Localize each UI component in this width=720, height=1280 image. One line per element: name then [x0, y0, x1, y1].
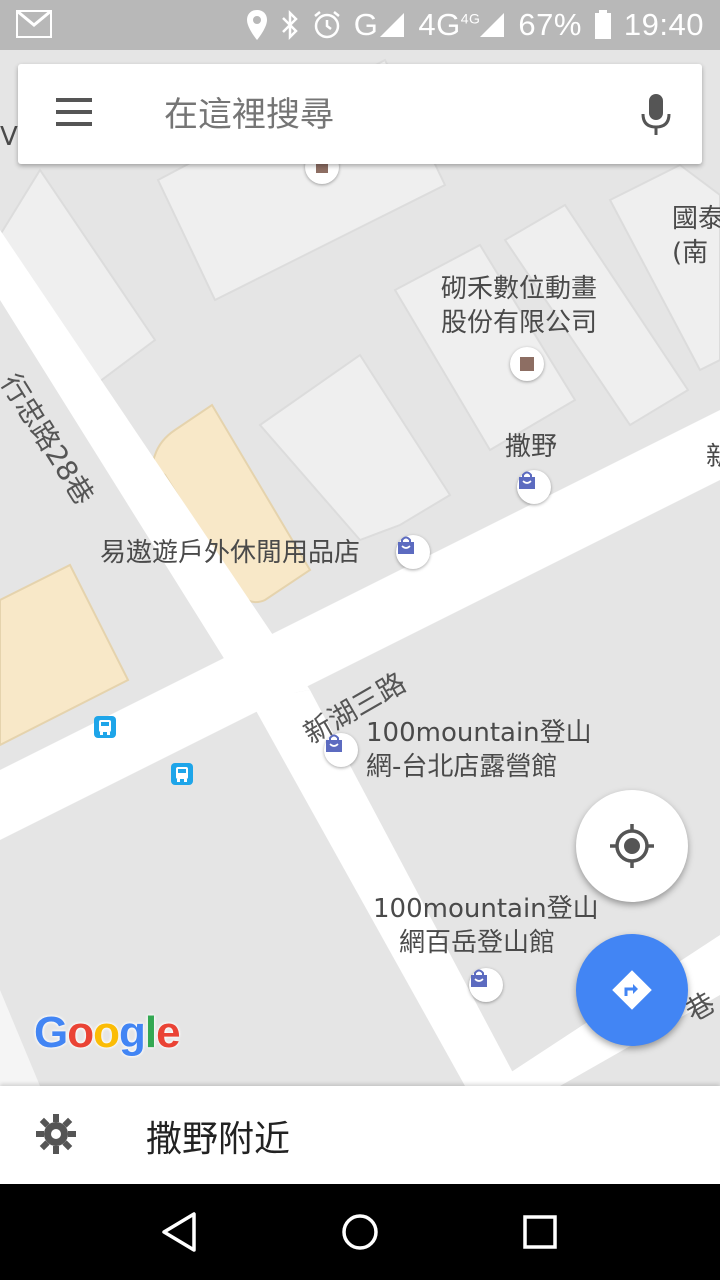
bus-icon: [176, 767, 188, 782]
shopping-bag-icon: [326, 734, 342, 752]
network-type: G: [353, 7, 379, 42]
poi-mountain1[interactable]: 100mountain登山 網-台北店露營館: [366, 716, 592, 784]
menu-icon[interactable]: [56, 98, 92, 126]
bus-stop-icon[interactable]: [94, 716, 116, 738]
home-circle-icon[interactable]: [328, 1200, 392, 1264]
directions-icon: [612, 970, 652, 1010]
my-location-icon: [610, 824, 654, 868]
bluetooth-icon: [281, 9, 298, 41]
bus-icon: [99, 720, 111, 735]
poi-marker-mountain1[interactable]: [324, 733, 358, 767]
mail-icon: [16, 10, 52, 38]
poi-cathay[interactable]: 國泰 (南: [672, 202, 720, 270]
poi-chaoli[interactable]: 砌禾數位動畫 股份有限公司: [441, 272, 597, 340]
search-input[interactable]: [162, 86, 606, 144]
network-4g-label: 4G: [418, 7, 461, 42]
mic-icon[interactable]: [638, 92, 674, 138]
google-logo-letter: e: [156, 1008, 181, 1057]
poi-marker-chaoli[interactable]: [510, 347, 544, 381]
poi-saye[interactable]: 撒野: [505, 430, 557, 464]
poi-cathay-line2: (南: [672, 238, 709, 268]
poi-partial-left: V: [0, 122, 18, 152]
google-logo-letter: o: [93, 1008, 120, 1057]
clock: 19:40: [623, 7, 704, 42]
poi-chaoli-line2: 股份有限公司: [441, 308, 598, 338]
battery-percent: 67%: [518, 7, 582, 42]
google-logo-letter: G: [34, 1008, 68, 1057]
store-square-icon: [520, 357, 534, 371]
poi-marker-mountain2[interactable]: [469, 968, 503, 1002]
poi-cathay-line1: 國泰: [672, 204, 720, 234]
gear-icon[interactable]: [34, 1112, 78, 1156]
alarm-icon: [313, 11, 340, 39]
system-nav-bar: [0, 1184, 720, 1280]
google-logo-letter: o: [67, 1008, 94, 1057]
network-type-4g: 4G4G: [418, 7, 480, 43]
recents-square-icon[interactable]: [508, 1200, 572, 1264]
location-icon: [246, 10, 267, 40]
signal-icon-2: [480, 13, 505, 37]
poi-marker-yiyao[interactable]: [396, 535, 430, 569]
poi-mountain2-line1: 100mountain登山: [373, 894, 599, 924]
status-bar: G 4G4G 67% 19:40: [0, 0, 720, 50]
my-location-button[interactable]: [576, 790, 688, 902]
poi-chaoli-line1: 砌禾數位動畫: [441, 274, 598, 304]
bus-stop-icon-2[interactable]: [171, 763, 193, 785]
google-logo-letter: l: [144, 1008, 157, 1057]
battery-icon: [594, 10, 611, 39]
poi-mountain2[interactable]: 100mountain登山 網百岳登山館: [373, 892, 599, 960]
google-logo: Google: [34, 1008, 181, 1058]
poi-partial-right: 新: [706, 442, 720, 472]
poi-marker-saye[interactable]: [517, 470, 551, 504]
signal-icon: [380, 13, 405, 37]
map-canvas[interactable]: 行忠路28巷 新湖三路 行愛 巷 V 國泰 (南 砌禾數位動畫 股份有限公司 撒…: [0, 50, 720, 1086]
nearby-title: 撒野附近: [146, 1119, 291, 1160]
search-bar[interactable]: [18, 64, 702, 164]
directions-button[interactable]: [576, 934, 688, 1046]
google-logo-letter: g: [119, 1008, 146, 1057]
poi-mountain1-line2: 網-台北店露營館: [366, 752, 558, 782]
poi-yiyao[interactable]: 易遨遊戶外休閒用品店: [100, 536, 360, 570]
back-triangle-icon[interactable]: [148, 1200, 212, 1264]
shopping-bag-icon: [519, 471, 535, 489]
poi-mountain2-line2: 網百岳登山館: [399, 928, 556, 958]
nearby-sheet[interactable]: 撒野附近: [0, 1086, 720, 1184]
shopping-bag-icon: [471, 969, 487, 987]
shopping-bag-icon: [398, 536, 414, 554]
poi-mountain1-line1: 100mountain登山: [366, 718, 592, 748]
